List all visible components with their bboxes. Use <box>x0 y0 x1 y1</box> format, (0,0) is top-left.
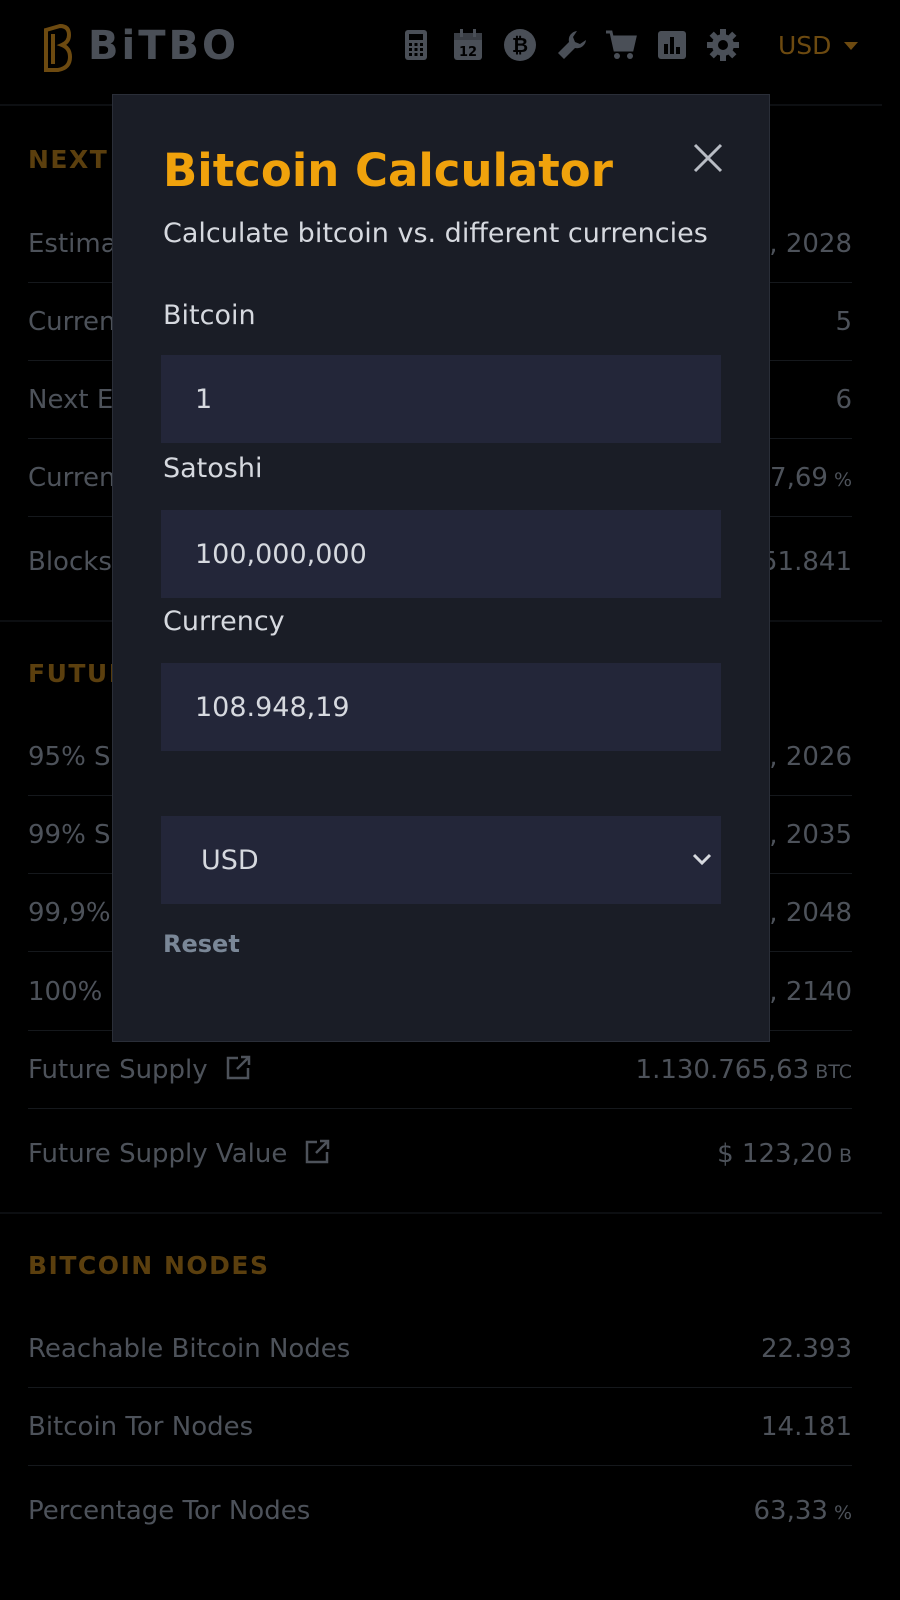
future-supply-value-label[interactable]: Future Supply Value <box>28 1139 287 1169</box>
stat-row: Bitcoin Tor Nodes 14.181 <box>28 1387 852 1466</box>
bitcoin-icon[interactable]: ₿ <box>503 28 537 62</box>
satoshi-label: Satoshi <box>163 453 263 484</box>
currency-input[interactable] <box>161 663 721 751</box>
section-title-next: NEXT <box>28 145 109 174</box>
stat-value: 1.130.765,63 BTC <box>636 1054 852 1088</box>
stat-label[interactable]: Future Supply Value <box>28 1138 331 1170</box>
stat-value: 51.841 <box>761 547 852 577</box>
wrench-icon[interactable] <box>555 28 589 62</box>
stat-label: Curren <box>28 307 116 337</box>
stat-number: $ 123,20 <box>717 1139 833 1169</box>
currency-select-value[interactable]: USD <box>201 844 259 878</box>
stat-unit: % <box>833 469 852 491</box>
stat-value: 14.181 <box>761 1412 852 1442</box>
stat-number: 7,69 <box>770 463 828 493</box>
stat-row: Percentage Tor Nodes 63,33% <box>28 1471 852 1549</box>
external-link-icon[interactable] <box>303 1138 331 1166</box>
stat-label: Next E <box>28 385 114 415</box>
stat-value: , 2140 <box>769 977 852 1007</box>
cart-icon[interactable] <box>604 28 638 62</box>
chevron-down-icon[interactable] <box>689 846 715 872</box>
external-link-icon[interactable] <box>224 1054 252 1082</box>
stat-label: Curren <box>28 463 116 493</box>
stat-value: 22.393 <box>761 1334 852 1364</box>
currency-select[interactable]: USD <box>161 816 721 904</box>
stat-unit: B <box>838 1145 852 1167</box>
currency-dropdown[interactable]: USD <box>778 30 831 62</box>
gear-icon[interactable] <box>706 28 740 62</box>
top-header: BiTBO 12 ₿ USD <box>0 0 882 106</box>
stat-unit: BTC <box>815 1061 852 1083</box>
section-divider <box>0 1212 882 1214</box>
stat-value: $ 123,20 B <box>717 1138 852 1172</box>
bitbo-logo-icon[interactable] <box>40 23 73 76</box>
stat-row-future-supply-value[interactable]: Future Supply Value $ 123,20 B <box>28 1114 852 1192</box>
stat-value: 5 <box>835 307 852 337</box>
stat-number: 63,33 <box>753 1496 828 1526</box>
chevron-down-icon[interactable] <box>844 42 858 50</box>
stat-label: Percentage Tor Nodes <box>28 1496 311 1526</box>
future-supply-label[interactable]: Future Supply <box>28 1055 208 1085</box>
stat-value: , 2035 <box>769 820 852 850</box>
stat-label: Blocks <box>28 547 112 577</box>
modal-subtitle: Calculate bitcoin vs. different currenci… <box>163 218 708 249</box>
stat-unit: % <box>833 1502 852 1524</box>
calendar-icon[interactable]: 12 <box>451 28 485 62</box>
stat-value: , 2028 <box>769 229 852 259</box>
close-icon[interactable] <box>691 141 725 175</box>
stat-label: 99,9% <box>28 898 111 928</box>
satoshi-input[interactable] <box>161 510 721 598</box>
currency-label: Currency <box>163 606 285 637</box>
stat-label: Estima <box>28 229 117 259</box>
bitcoin-calculator-modal: Bitcoin Calculator Calculate bitcoin vs.… <box>112 94 770 1042</box>
bitcoin-label: Bitcoin <box>163 300 256 331</box>
stat-label: Reachable Bitcoin Nodes <box>28 1334 351 1364</box>
stat-number: 1.130.765,63 <box>635 1055 810 1085</box>
calendar-day: 12 <box>459 45 477 60</box>
stat-value: , 2026 <box>769 742 852 772</box>
stat-label[interactable]: Future Supply <box>28 1054 252 1086</box>
stat-value: 63,33% <box>754 1495 853 1529</box>
logo-wordmark[interactable]: BiTBO <box>88 22 239 70</box>
svg-text:₿: ₿ <box>512 33 528 57</box>
stat-value: 7,69% <box>770 462 852 496</box>
calculator-icon[interactable] <box>399 28 433 62</box>
stat-label: Bitcoin Tor Nodes <box>28 1412 254 1442</box>
stat-row: Reachable Bitcoin Nodes 22.393 <box>28 1309 852 1388</box>
section-title-bitcoin-nodes: BITCOIN NODES <box>28 1251 270 1280</box>
bitcoin-input[interactable] <box>161 355 721 443</box>
modal-title: Bitcoin Calculator <box>163 144 613 197</box>
reset-button[interactable]: Reset <box>163 929 240 959</box>
stat-value: , 2048 <box>769 898 852 928</box>
bar-chart-icon[interactable] <box>655 28 689 62</box>
stat-value: 6 <box>835 385 852 415</box>
